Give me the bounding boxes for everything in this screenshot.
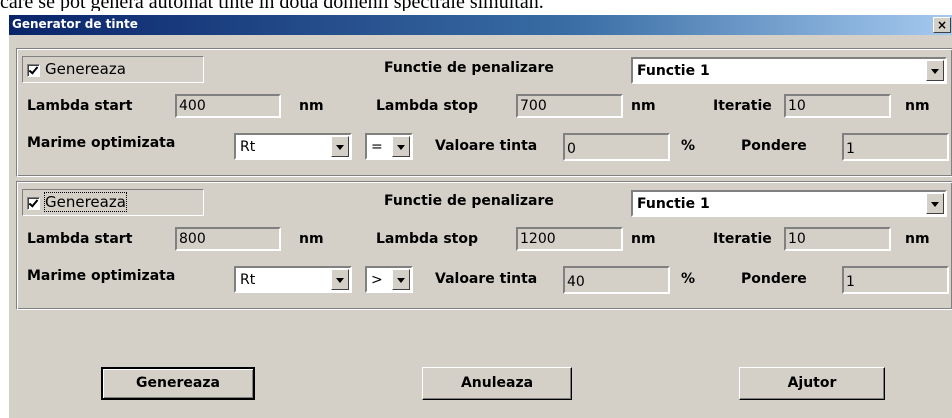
lambda-start-input-2[interactable]: 800 (175, 227, 281, 251)
background-document-text: care se pot genera automat tinte in doua… (0, 0, 544, 11)
optimized-quantity-select-2[interactable]: Rt (234, 266, 352, 293)
optimized-quantity-value: Rt (240, 272, 256, 288)
chevron-down-icon[interactable] (926, 60, 944, 81)
operator-select-2[interactable]: > (365, 266, 413, 293)
lambda-start-unit: nm (299, 98, 324, 114)
operator-value: = (371, 139, 383, 155)
generate-checkbox-label: Genereaza (45, 60, 126, 78)
target-value-label: Valoare tinta (435, 138, 538, 154)
weight-label: Pondere (741, 271, 807, 287)
close-button[interactable]: × (933, 17, 951, 33)
lambda-stop-unit: nm (631, 98, 656, 114)
generate-checkbox-1[interactable]: Genereaza (22, 56, 204, 83)
lambda-start-label: Lambda start (27, 231, 133, 247)
chevron-down-icon[interactable] (331, 136, 349, 157)
operator-select-1[interactable]: = (365, 133, 413, 160)
target-group-1: Genereaza Functie de penalizare Functie … (16, 48, 952, 177)
penalty-function-label: Functie de penalizare (384, 60, 554, 76)
iteration-label: Iteratie (713, 98, 772, 114)
operator-value: > (371, 272, 383, 288)
target-value-input-2[interactable]: 40 (563, 266, 670, 294)
target-value-label: Valoare tinta (435, 271, 538, 287)
weight-label: Pondere (741, 138, 807, 154)
help-button[interactable]: Ajutor (739, 367, 885, 400)
iteration-label: Iteratie (713, 231, 772, 247)
target-value-input-1[interactable]: 0 (563, 133, 670, 161)
generate-checkbox-label: Genereaza (44, 192, 127, 212)
lambda-stop-unit: nm (631, 231, 656, 247)
penalty-function-select-1[interactable]: Functie 1 (631, 57, 947, 84)
lambda-start-label: Lambda start (27, 98, 133, 114)
weight-input-2[interactable]: 1 (842, 266, 949, 294)
chevron-down-icon[interactable] (392, 269, 410, 290)
penalty-function-value: Functie 1 (637, 63, 710, 79)
lambda-stop-label: Lambda stop (376, 98, 478, 114)
penalty-function-label: Functie de penalizare (384, 193, 554, 209)
weight-input-1[interactable]: 1 (842, 133, 949, 161)
optimized-quantity-value: Rt (240, 139, 256, 155)
percent-unit: % (681, 138, 696, 154)
checkbox-check-icon[interactable] (27, 197, 40, 210)
iteration-unit: nm (905, 231, 930, 247)
lambda-stop-label: Lambda stop (376, 231, 478, 247)
lambda-stop-input-2[interactable]: 1200 (516, 227, 623, 251)
iteration-input-1[interactable]: 10 (784, 94, 891, 118)
generate-checkbox-2[interactable]: Genereaza (22, 189, 204, 216)
lambda-stop-input-1[interactable]: 700 (516, 94, 623, 118)
chevron-down-icon[interactable] (392, 136, 410, 157)
chevron-down-icon[interactable] (331, 269, 349, 290)
lambda-start-input-1[interactable]: 400 (175, 94, 281, 118)
lambda-start-unit: nm (299, 231, 324, 247)
iteration-input-2[interactable]: 10 (784, 227, 891, 251)
cancel-button[interactable]: Anuleaza (422, 367, 572, 400)
percent-unit: % (681, 271, 696, 287)
checkbox-check-icon[interactable] (27, 64, 40, 77)
penalty-function-value: Functie 1 (637, 196, 710, 212)
generate-button[interactable]: Genereaza (101, 367, 255, 400)
penalty-function-select-2[interactable]: Functie 1 (631, 190, 947, 217)
target-generator-dialog: Generator de tinte × Genereaza Functie d… (8, 14, 952, 418)
dialog-title: Generator de tinte (12, 17, 138, 31)
optimized-quantity-label: Marime optimizata (27, 268, 176, 284)
title-bar[interactable]: Generator de tinte × (9, 15, 952, 35)
chevron-down-icon[interactable] (926, 193, 944, 214)
optimized-quantity-label: Marime optimizata (27, 135, 176, 151)
target-group-2: Genereaza Functie de penalizare Functie … (16, 181, 952, 310)
iteration-unit: nm (905, 98, 930, 114)
optimized-quantity-select-1[interactable]: Rt (234, 133, 352, 160)
